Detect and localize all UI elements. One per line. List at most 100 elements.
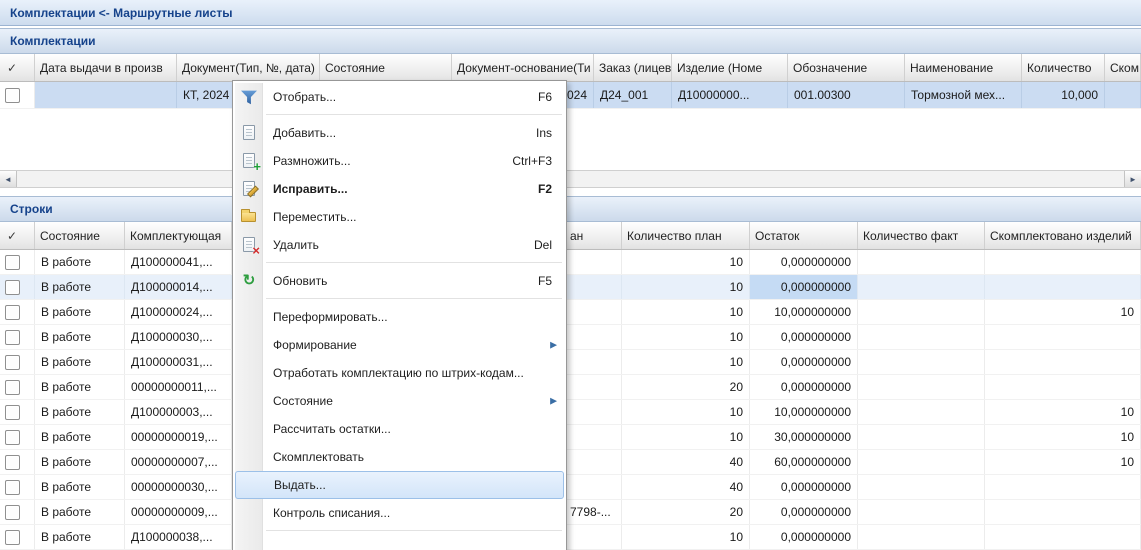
menu-item-assemble[interactable]: Скомплектовать <box>235 443 564 471</box>
cell-rest[interactable]: 0,000000000 <box>750 275 858 299</box>
cell-plan_qty[interactable]: 20 <box>622 500 750 524</box>
column-header[interactable]: Комплектующая <box>125 222 232 249</box>
cell-rest[interactable]: 0,000000000 <box>750 325 858 349</box>
cell-rest[interactable]: 0,000000000 <box>750 475 858 499</box>
cell-fact_qty[interactable] <box>858 375 985 399</box>
row-checkbox[interactable] <box>5 355 20 370</box>
menu-item-formation[interactable]: Формирование▶ <box>235 331 564 359</box>
table-row[interactable]: В работеД100000038,...100,000000000 <box>0 525 1141 550</box>
cell-assembled_qty[interactable]: 10 <box>985 425 1141 449</box>
cell-assembled_qty[interactable] <box>985 275 1141 299</box>
table-row[interactable]: КТ, 2024024Д24_001Д10000000...001.00300Т… <box>0 82 1141 109</box>
cell-rest[interactable]: 0,000000000 <box>750 525 858 549</box>
column-header[interactable]: Количество план <box>622 222 750 249</box>
cell-fact_qty[interactable] <box>858 275 985 299</box>
column-header[interactable]: Скомплектовано изделий <box>985 222 1141 249</box>
cell-plan_qty[interactable]: 10 <box>622 400 750 424</box>
cell-rest[interactable]: 30,000000000 <box>750 425 858 449</box>
select-all-header[interactable]: ✓ <box>0 54 35 81</box>
cell-plan_qty[interactable]: 10 <box>622 250 750 274</box>
cell-component[interactable]: Д100000024,... <box>125 300 232 324</box>
cell-name[interactable]: Тормозной мех... <box>905 82 1022 108</box>
menu-item-filter[interactable]: Отобрать...F6 <box>235 83 564 111</box>
row-checkbox[interactable] <box>5 480 20 495</box>
cell-assembled_qty[interactable] <box>985 350 1141 374</box>
table-row[interactable]: В работе00000000019,...1030,00000000010 <box>0 425 1141 450</box>
table-row[interactable]: В работеД100000003,...1010,00000000010 <box>0 400 1141 425</box>
cell-rest[interactable]: 0,000000000 <box>750 500 858 524</box>
cell-fact_qty[interactable] <box>858 475 985 499</box>
column-header[interactable]: Наименование <box>905 54 1022 81</box>
cell-quantity[interactable]: 10,000 <box>1022 82 1105 108</box>
cell-component[interactable]: Д100000031,... <box>125 350 232 374</box>
cell-fact_qty[interactable] <box>858 425 985 449</box>
cell-date_issued[interactable] <box>35 82 177 108</box>
cell-state[interactable]: В работе <box>35 500 125 524</box>
column-header[interactable]: Заказ (лицево <box>594 54 672 81</box>
column-header[interactable]: Состояние <box>320 54 452 81</box>
cell-state[interactable]: В работе <box>35 250 125 274</box>
cell-designation[interactable]: 001.00300 <box>788 82 905 108</box>
row-checkbox[interactable] <box>5 380 20 395</box>
cell-component[interactable]: 00000000019,... <box>125 425 232 449</box>
cell-assembled_qty[interactable] <box>985 375 1141 399</box>
cell-component[interactable]: 00000000009,... <box>125 500 232 524</box>
row-checkbox[interactable] <box>5 455 20 470</box>
cell-assembled_qty[interactable] <box>985 475 1141 499</box>
table-row[interactable]: В работе00000000009,...7798-...200,00000… <box>0 500 1141 525</box>
cell-product[interactable]: Д10000000... <box>672 82 788 108</box>
cell-plan_qty[interactable]: 20 <box>622 375 750 399</box>
column-header[interactable]: Состояние <box>35 222 125 249</box>
row-checkbox[interactable] <box>5 88 20 103</box>
row-checkbox[interactable] <box>5 505 20 520</box>
cell-component[interactable]: Д100000038,... <box>125 525 232 549</box>
table-row[interactable]: В работеД100000031,...100,000000000 <box>0 350 1141 375</box>
cell-fact_qty[interactable] <box>858 350 985 374</box>
cell-fact_qty[interactable] <box>858 325 985 349</box>
cell-assembled_qty[interactable] <box>985 325 1141 349</box>
table-row[interactable]: В работеД100000014,...100,000000000 <box>0 275 1141 300</box>
column-header[interactable]: Количество <box>1022 54 1105 81</box>
cell-component[interactable]: 00000000011,... <box>125 375 232 399</box>
menu-item-add[interactable]: Добавить...Ins <box>235 119 564 147</box>
cell-state[interactable]: В работе <box>35 425 125 449</box>
cell-assembled_qty[interactable] <box>985 525 1141 549</box>
scroll-left-button[interactable]: ◄ <box>0 171 17 187</box>
cell-state[interactable]: В работе <box>35 400 125 424</box>
cell-state[interactable]: В работе <box>35 350 125 374</box>
cell-assembled_qty[interactable] <box>985 250 1141 274</box>
cell-component[interactable]: 00000000030,... <box>125 475 232 499</box>
column-header[interactable]: Документ(Тип, №, дата) <box>177 54 320 81</box>
table-row[interactable]: В работе00000000030,...400,000000000 <box>0 475 1141 500</box>
cell-rest[interactable]: 60,000000000 <box>750 450 858 474</box>
menu-item-issue[interactable]: Выдать... <box>235 471 564 499</box>
column-header[interactable]: Ском <box>1105 54 1141 81</box>
cell-plan_qty[interactable]: 10 <box>622 350 750 374</box>
menu-item-state[interactable]: Состояние▶ <box>235 387 564 415</box>
cell-state[interactable]: В работе <box>35 375 125 399</box>
cell-component[interactable]: 00000000007,... <box>125 450 232 474</box>
row-checkbox[interactable] <box>5 530 20 545</box>
table-row[interactable]: В работеД100000024,...1010,00000000010 <box>0 300 1141 325</box>
row-checkbox[interactable] <box>5 305 20 320</box>
row-checkbox[interactable] <box>5 280 20 295</box>
cell-fact_qty[interactable] <box>858 300 985 324</box>
cell-rest[interactable]: 10,000000000 <box>750 300 858 324</box>
cell-state[interactable]: В работе <box>35 275 125 299</box>
cell-plan_qty[interactable]: 40 <box>622 475 750 499</box>
cell-rest[interactable]: 10,000000000 <box>750 400 858 424</box>
column-header[interactable]: Дата выдачи в произв <box>35 54 177 81</box>
cell-component[interactable]: Д100000003,... <box>125 400 232 424</box>
menu-item-duplicate[interactable]: Размножить...Ctrl+F3 <box>235 147 564 175</box>
menu-item-delete[interactable]: УдалитьDel <box>235 231 564 259</box>
cell-plan_qty[interactable]: 10 <box>622 525 750 549</box>
cell-plan_qty[interactable]: 10 <box>622 300 750 324</box>
cell-component[interactable]: Д100000041,... <box>125 250 232 274</box>
scroll-right-button[interactable]: ► <box>1124 171 1141 187</box>
row-checkbox[interactable] <box>5 430 20 445</box>
cell-plan_qty[interactable]: 10 <box>622 325 750 349</box>
menu-item-refresh[interactable]: ↻ОбновитьF5 <box>235 267 564 295</box>
cell-plan_qty[interactable]: 40 <box>622 450 750 474</box>
column-header[interactable]: Изделие (Номе <box>672 54 788 81</box>
cell-assembled[interactable] <box>1105 82 1141 108</box>
